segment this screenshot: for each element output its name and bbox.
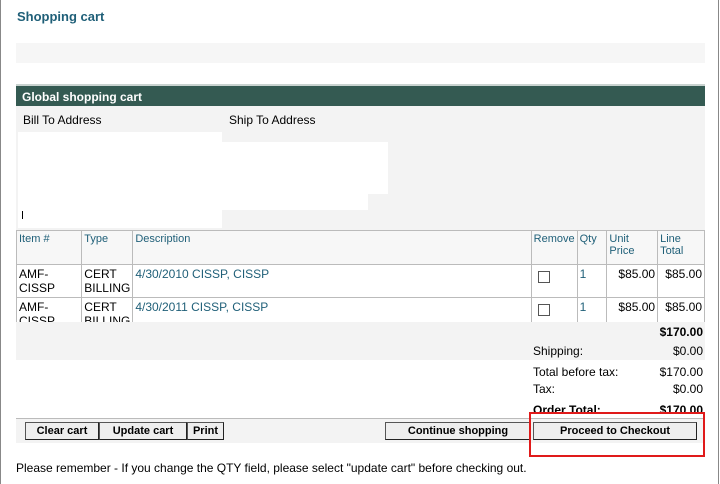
- total-before-tax-row: Total before tax: $170.00: [16, 360, 705, 379]
- ship-to-address-redacted-2: [222, 194, 368, 210]
- shipping-label: Shipping:: [533, 344, 584, 358]
- top-band: [16, 43, 705, 63]
- qty-input[interactable]: 1: [576, 264, 608, 298]
- item-description: 4/30/2010 CISSP, CISSP: [132, 264, 532, 298]
- text-cursor-mark: [22, 211, 23, 219]
- remove-checkbox[interactable]: [537, 271, 550, 283]
- print-button[interactable]: Print: [187, 422, 224, 440]
- line-total: $85.00: [657, 264, 705, 298]
- page-title: Shopping cart: [17, 9, 105, 24]
- col-remove: Remove: [530, 230, 578, 265]
- remove-checkbox[interactable]: [537, 304, 550, 316]
- item-description-link[interactable]: 4/30/2011 CISSP, CISSP: [135, 300, 268, 314]
- order-total-row: Order Total: $170.00: [16, 398, 705, 412]
- col-line-total: Line Total: [657, 230, 705, 265]
- col-type: Type: [81, 230, 134, 265]
- item-number: AMF-CISSP: [15, 264, 83, 298]
- tax-label: Tax:: [533, 382, 556, 396]
- shipping-value: $0.00: [672, 344, 703, 358]
- frame-right-border: [718, 0, 719, 484]
- table-header-row: Item # Type Description Remove Qty Unit …: [15, 230, 705, 265]
- clear-cart-button[interactable]: Clear cart: [25, 422, 99, 440]
- subtotal-value: $170.00: [659, 325, 703, 339]
- footer-note: Please remember - If you change the QTY …: [16, 461, 527, 475]
- update-cart-button[interactable]: Update cart: [99, 422, 187, 440]
- bill-to-label: Bill To Address: [23, 113, 102, 127]
- tax-row: Tax: $0.00: [16, 379, 705, 398]
- subtotal-row: $170.00: [16, 322, 705, 341]
- cart-header: Global shopping cart: [16, 84, 705, 106]
- total-before-tax-label: Total before tax:: [533, 365, 619, 379]
- col-qty: Qty: [576, 230, 608, 265]
- order-total-label: Order Total:: [533, 403, 601, 412]
- shipping-row: Shipping: $0.00: [16, 341, 705, 360]
- order-total-value: $170.00: [659, 403, 703, 412]
- remove-cell: [530, 264, 578, 298]
- item-type: CERT BILLING: [81, 264, 134, 298]
- col-description: Description: [132, 230, 532, 265]
- total-before-tax-value: $170.00: [659, 365, 703, 379]
- table-row: AMF-CISSP CERT BILLING 4/30/2010 CISSP, …: [15, 264, 705, 298]
- frame-left-border: [0, 0, 1, 484]
- ship-to-label: Ship To Address: [229, 113, 316, 127]
- bill-to-address-redacted: [18, 132, 222, 228]
- ship-to-address-redacted: [222, 142, 388, 194]
- item-description-link[interactable]: 4/30/2010 CISSP, CISSP: [135, 267, 269, 281]
- checkout-highlight-box: [529, 412, 705, 457]
- col-item-number: Item #: [15, 230, 83, 265]
- unit-price: $85.00: [606, 264, 659, 298]
- continue-shopping-button[interactable]: Continue shopping: [385, 422, 531, 440]
- cart-items-table: Item # Type Description Remove Qty Unit …: [15, 230, 705, 331]
- col-unit-price: Unit Price: [606, 230, 659, 265]
- tax-value: $0.00: [672, 382, 703, 396]
